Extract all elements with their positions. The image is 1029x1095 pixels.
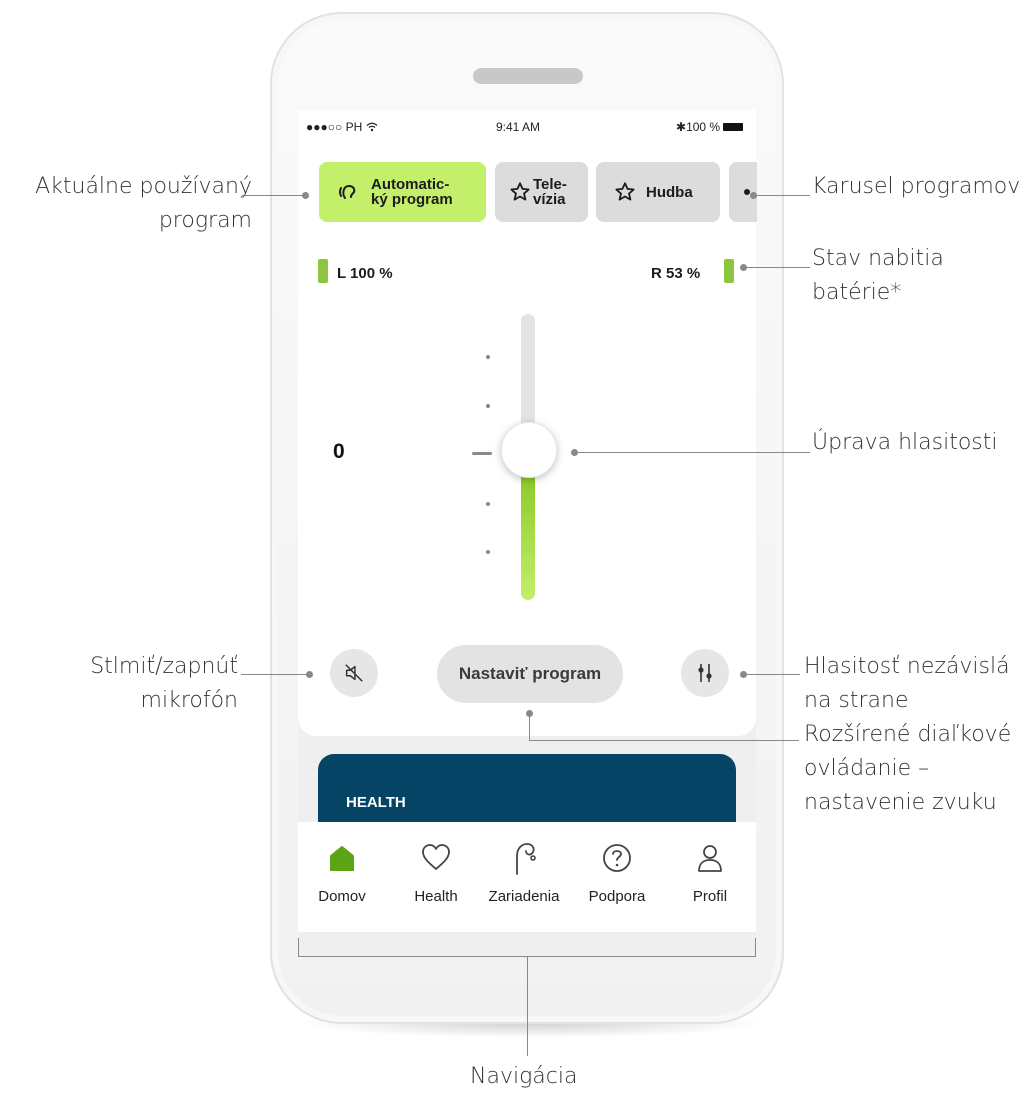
nav-item-profile[interactable]: Profil bbox=[665, 838, 755, 905]
annotation-line bbox=[744, 674, 800, 675]
phone-speaker bbox=[473, 68, 583, 84]
annotation-line bbox=[529, 714, 530, 741]
status-carrier: ●●●○○ PH bbox=[306, 120, 378, 134]
annotation-text: batérie* bbox=[812, 280, 902, 305]
annotation-text: Aktuálne používaný bbox=[35, 174, 252, 199]
annotation-bracket bbox=[298, 938, 299, 956]
annotation-text: program bbox=[158, 208, 252, 233]
annotation-pin bbox=[306, 671, 313, 678]
mic-muted-icon bbox=[345, 664, 363, 682]
program-tab-music[interactable]: Hudba bbox=[596, 162, 720, 222]
annotation-text: Stav nabitia bbox=[812, 246, 944, 271]
adjust-program-button[interactable]: Nastaviť program bbox=[437, 645, 623, 703]
volume-tick bbox=[486, 550, 490, 554]
heart-icon bbox=[422, 844, 450, 870]
nav-label-devices: Zariadenia bbox=[488, 888, 560, 905]
volume-tick bbox=[486, 404, 490, 408]
volume-center-mark bbox=[472, 452, 492, 455]
ear-icon bbox=[339, 184, 356, 199]
annotation-line bbox=[744, 267, 810, 268]
annotation-text: Rozšírené diaľkové bbox=[804, 722, 1012, 747]
annotation-line bbox=[527, 956, 528, 1056]
program-tab-automatic[interactable]: Automatic-ký program bbox=[319, 162, 486, 222]
annotation-battery: Stav nabitia batérie* bbox=[812, 242, 944, 310]
annotation-text: nastavenie zvuku bbox=[804, 790, 997, 815]
annotation-navigation: Navigácia bbox=[470, 1064, 578, 1089]
program-label-line2: vízia bbox=[533, 191, 566, 208]
annotation-pin bbox=[302, 192, 309, 199]
nav-label-health: Health bbox=[414, 888, 458, 905]
volume-tick bbox=[486, 502, 490, 506]
annotation-current-program: Aktuálne používaný program bbox=[20, 170, 252, 238]
sliders-icon bbox=[698, 664, 712, 682]
star-icon bbox=[615, 182, 635, 201]
program-label-line2: ký program bbox=[371, 191, 453, 208]
annotation-text: na strane bbox=[804, 688, 909, 713]
annotation-side-volume: Hlasitosť nezávislá na strane bbox=[804, 650, 1010, 718]
volume-value: 0 bbox=[333, 440, 345, 463]
question-icon bbox=[603, 844, 631, 872]
bluetooth-icon: ✱ bbox=[676, 120, 687, 134]
hearing-aid-icon bbox=[516, 843, 536, 875]
program-label-line1: Tele- bbox=[533, 176, 567, 193]
annotation-line bbox=[529, 740, 799, 741]
nav-item-support[interactable]: Podpora bbox=[572, 838, 662, 905]
annotation-volume: Úprava hlasitosti bbox=[812, 430, 998, 455]
annotation-mute: Stlmiť/zapnúť mikrofón bbox=[20, 650, 238, 718]
annotation-line bbox=[242, 195, 306, 196]
nav-label-home: Domov bbox=[318, 888, 366, 905]
program-tab-tv[interactable]: Tele-vízia bbox=[495, 162, 588, 222]
nav-label-support: Podpora bbox=[588, 888, 646, 905]
phone-battery-icon bbox=[723, 123, 744, 131]
annotation-text: ovládanie – bbox=[804, 756, 930, 781]
carrier-label: ●●●○○ PH bbox=[306, 120, 363, 134]
annotation-remote-control: Rozšírené diaľkové ovládanie – nastaveni… bbox=[804, 718, 1011, 820]
health-card-title: HEALTH bbox=[346, 794, 406, 811]
volume-tick bbox=[486, 355, 490, 359]
person-icon bbox=[698, 845, 722, 872]
status-time: 9:41 AM bbox=[496, 120, 541, 134]
status-battery-label: 100 % bbox=[686, 120, 721, 134]
program-label: Hudba bbox=[646, 183, 693, 201]
program-label-line1: Automatic- bbox=[371, 176, 450, 193]
side-volume-button[interactable] bbox=[681, 649, 729, 697]
nav-item-devices[interactable]: Zariadenia bbox=[479, 838, 569, 905]
star-icon bbox=[510, 182, 530, 201]
battery-left-icon bbox=[318, 259, 328, 283]
status-battery: ✱100 % bbox=[676, 120, 744, 134]
annotation-line bbox=[754, 195, 810, 196]
battery-right-label: R 53 % bbox=[651, 265, 701, 282]
battery-left-label: L 100 % bbox=[337, 265, 393, 282]
annotation-text: Hlasitosť nezávislá bbox=[804, 654, 1010, 679]
annotation-line bbox=[575, 452, 810, 453]
nav-item-health[interactable]: Health bbox=[391, 838, 481, 905]
battery-right-icon bbox=[724, 259, 734, 283]
home-icon bbox=[330, 846, 354, 871]
annotation-line bbox=[241, 674, 309, 675]
annotation-text: mikrofón bbox=[140, 688, 238, 713]
annotation-text: Stlmiť/zapnúť bbox=[90, 654, 238, 679]
nav-label-profile: Profil bbox=[692, 888, 728, 905]
wifi-icon bbox=[366, 122, 378, 132]
nav-item-home[interactable]: Domov bbox=[297, 838, 387, 905]
mute-button[interactable] bbox=[330, 649, 378, 697]
volume-slider-handle[interactable] bbox=[501, 422, 557, 478]
annotation-bracket bbox=[755, 938, 756, 956]
annotation-carousel: Karusel programov bbox=[812, 174, 1021, 199]
